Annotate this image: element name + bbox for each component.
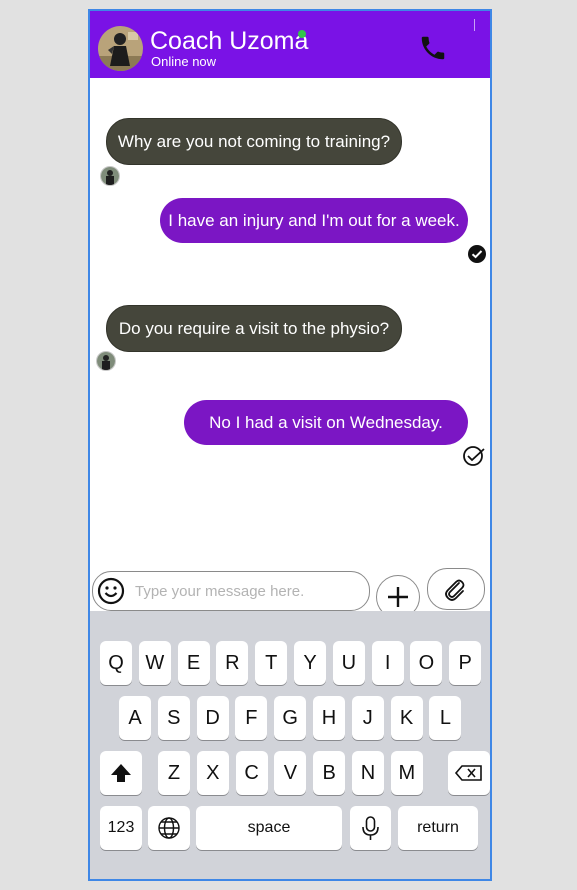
space-key[interactable]: space	[196, 806, 342, 850]
key-i[interactable]: I	[371, 641, 404, 685]
phone-icon[interactable]	[418, 33, 448, 63]
key-k[interactable]: K	[390, 696, 423, 740]
online-indicator	[298, 30, 306, 38]
outgoing-message-bubble: I have an injury and I'm out for a week.	[160, 198, 468, 243]
key-x[interactable]: X	[196, 751, 229, 795]
on-screen-keyboard: QWERTYUIOP ASDFGHJKL ZXCVBNM 123 space r…	[90, 611, 490, 879]
emoji-icon[interactable]	[97, 577, 125, 605]
numbers-key[interactable]: 123	[100, 806, 142, 850]
contact-status: Online now	[151, 54, 217, 69]
key-g[interactable]: G	[274, 696, 307, 740]
message-composer	[92, 571, 370, 611]
key-u[interactable]: U	[332, 641, 365, 685]
shift-key[interactable]	[100, 751, 142, 795]
message-text: No I had a visit on Wednesday.	[209, 413, 443, 432]
sender-avatar	[100, 166, 120, 186]
message-text: Do you require a visit to the physio?	[118, 319, 390, 338]
read-receipt-icon	[467, 244, 487, 264]
chat-header: Coach Uzoma Online now	[90, 11, 490, 78]
key-z[interactable]: Z	[158, 751, 190, 795]
chat-screen: Coach Uzoma Online now Why are you not c…	[88, 9, 492, 881]
key-r[interactable]: R	[216, 641, 249, 685]
key-m[interactable]: M	[390, 751, 423, 795]
message-text: I have an injury and I'm out for a week.	[168, 211, 460, 230]
sender-avatar	[96, 351, 116, 371]
key-p[interactable]: P	[449, 641, 482, 685]
outgoing-message-bubble: No I had a visit on Wednesday.	[184, 400, 468, 445]
return-key[interactable]: return	[398, 806, 478, 850]
key-a[interactable]: A	[119, 696, 151, 740]
key-c[interactable]: C	[235, 751, 268, 795]
key-j[interactable]: J	[351, 696, 384, 740]
message-input[interactable]	[135, 576, 360, 606]
contact-name: Coach Uzoma	[150, 27, 309, 55]
header-divider	[474, 19, 475, 31]
paperclip-icon[interactable]	[427, 568, 485, 610]
key-o[interactable]: O	[410, 641, 443, 685]
key-s[interactable]: S	[157, 696, 190, 740]
key-l[interactable]: L	[429, 696, 462, 740]
contact-avatar[interactable]	[98, 26, 143, 71]
key-q[interactable]: Q	[100, 641, 132, 685]
key-y[interactable]: Y	[294, 641, 326, 685]
key-b[interactable]: B	[313, 751, 346, 795]
message-text: Why are you not coming to training?	[117, 132, 391, 151]
globe-icon[interactable]	[148, 806, 190, 850]
key-n[interactable]: N	[352, 751, 384, 795]
key-t[interactable]: T	[255, 641, 288, 685]
key-v[interactable]: V	[274, 751, 307, 795]
backspace-key[interactable]	[448, 751, 490, 795]
sent-check-icon	[462, 445, 486, 467]
key-d[interactable]: D	[196, 696, 229, 740]
key-h[interactable]: H	[313, 696, 345, 740]
incoming-message-bubble: Do you require a visit to the physio?	[106, 305, 402, 352]
microphone-icon[interactable]	[350, 806, 391, 850]
key-f[interactable]: F	[235, 696, 268, 740]
key-e[interactable]: E	[177, 641, 210, 685]
key-w[interactable]: W	[138, 641, 171, 685]
incoming-message-bubble: Why are you not coming to training?	[106, 118, 402, 165]
